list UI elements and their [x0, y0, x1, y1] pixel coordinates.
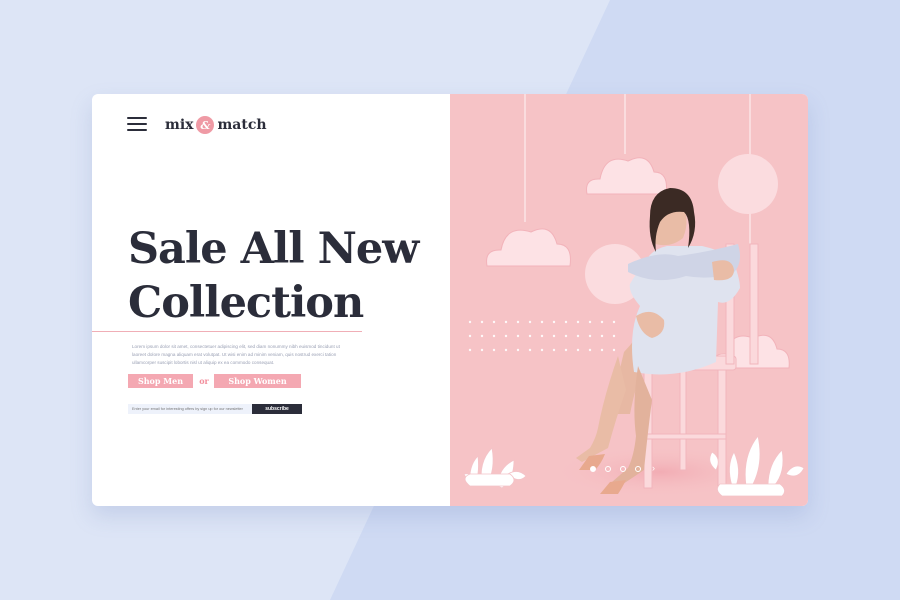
- hero-headline: Sale All New Collection: [128, 222, 448, 330]
- carousel-dot-4[interactable]: [635, 465, 641, 472]
- hero-photo-illustration: [463, 94, 805, 498]
- hero-description: Lorem ipsum dolor sit amet, consectetuer…: [132, 344, 340, 365]
- carousel-dot-2[interactable]: [605, 465, 611, 472]
- chevron-right-icon[interactable]: ›: [652, 464, 655, 473]
- headline-divider: [92, 331, 362, 332]
- logo-ampersand-badge: &: [196, 116, 215, 134]
- hero-content-panel: mix & match Sale All New Collection Lore…: [92, 94, 450, 506]
- or-separator: or: [199, 376, 209, 386]
- carousel-dot-3[interactable]: [620, 465, 626, 472]
- carousel-indicators: ›: [590, 464, 655, 473]
- newsletter-email-input[interactable]: [128, 404, 252, 414]
- landing-page-card: mix & match Sale All New Collection Lore…: [92, 94, 808, 506]
- hero-photo-panel: ›: [450, 94, 808, 506]
- logo-text-mix: mix: [165, 117, 194, 133]
- shop-men-button[interactable]: Shop Men: [128, 374, 193, 388]
- shop-women-button[interactable]: Shop Women: [214, 374, 301, 388]
- subscribe-button[interactable]: subscribe: [252, 404, 302, 414]
- dot-grid-pattern: [468, 320, 616, 352]
- hamburger-menu-icon[interactable]: [127, 117, 147, 131]
- logo-text-match: match: [217, 117, 267, 133]
- headline-line-2: Collection: [128, 278, 364, 328]
- carousel-dot-1[interactable]: [590, 465, 596, 472]
- brand-logo[interactable]: mix & match: [165, 114, 267, 136]
- headline-line-1: Sale All New: [128, 224, 419, 274]
